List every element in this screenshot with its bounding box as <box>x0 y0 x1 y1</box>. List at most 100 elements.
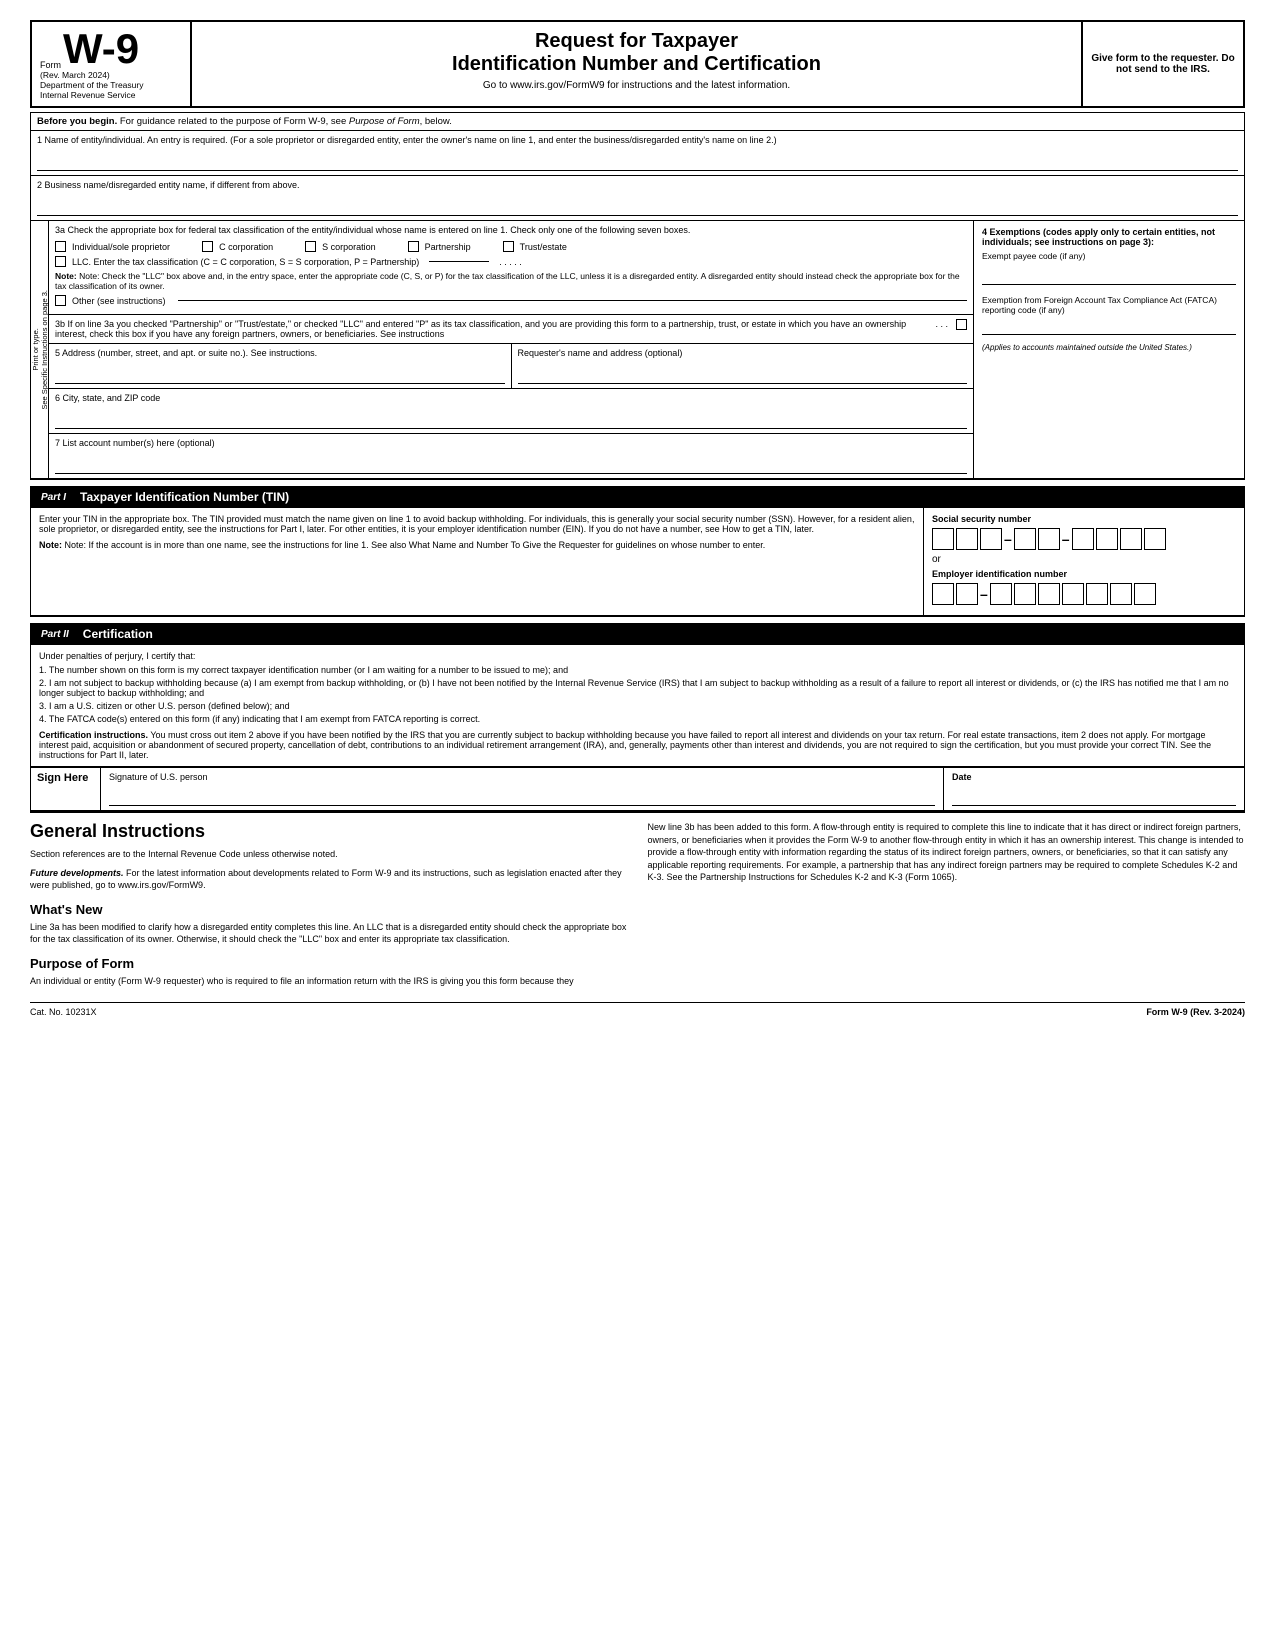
form-label: Form <box>40 60 61 70</box>
line5-field: 5 Address (number, street, and apt. or s… <box>49 344 512 388</box>
signature-input[interactable] <box>109 786 935 806</box>
line5-label: 5 Address (number, street, and apt. or s… <box>55 348 505 358</box>
fatca-input[interactable] <box>982 319 1236 335</box>
purpose-text: An individual or entity (Form W-9 reques… <box>30 975 628 988</box>
ein-box8[interactable] <box>1110 583 1132 605</box>
ssn-dash2: – <box>1062 531 1070 547</box>
exempt-payee-input[interactable] <box>982 269 1236 285</box>
ssn-box3[interactable] <box>980 528 1002 550</box>
line2-input[interactable] <box>37 198 1238 216</box>
cb-partnership[interactable] <box>408 241 419 252</box>
line3a-row: 3a Check the appropriate box for federal… <box>49 221 973 315</box>
certification-body: Under penalties of perjury, I certify th… <box>31 645 1244 767</box>
sign-section: Sign Here Signature of U.S. person Date <box>31 767 1244 812</box>
other-label: Other (see instructions) <box>72 296 166 306</box>
cb-other[interactable] <box>55 295 66 306</box>
part2-header: Part II Certification <box>31 624 1244 645</box>
line5-right-field: Requester's name and address (optional) <box>512 344 974 388</box>
ein-label: Employer identification number <box>932 569 1236 579</box>
ein-box4[interactable] <box>1014 583 1036 605</box>
date-input[interactable] <box>952 786 1236 806</box>
line5-right-input[interactable] <box>518 366 968 384</box>
cert-item1: 1. The number shown on this form is my c… <box>39 665 1236 675</box>
sign-content: Signature of U.S. person <box>101 768 944 810</box>
line5-input[interactable] <box>55 366 505 384</box>
line7-row: 7 List account number(s) here (optional) <box>49 434 973 478</box>
exempt-payee-label: Exempt payee code (if any) <box>982 251 1236 261</box>
sign-label-box: Sign Here <box>31 768 101 810</box>
ssn-box6[interactable] <box>1072 528 1094 550</box>
cb-individual[interactable] <box>55 241 66 252</box>
part1-header: Part I Taxpayer Identification Number (T… <box>31 487 1244 508</box>
line1-row: 1 Name of entity/individual. An entry is… <box>31 131 1244 176</box>
purpose-heading: Purpose of Form <box>30 956 628 971</box>
ein-box2[interactable] <box>956 583 978 605</box>
part2-section: Part II Certification Under penalties of… <box>30 623 1245 813</box>
note-llc: Note: Note: Check the "LLC" box above an… <box>55 271 967 291</box>
side-label: Print or type.See Specific Instructions … <box>31 221 49 478</box>
ssn-boxes: – – <box>932 528 1236 550</box>
sign-here-label: Sign Here <box>37 772 94 784</box>
fatca-label: Exemption from Foreign Account Tax Compl… <box>982 295 1236 315</box>
tin-section: Enter your TIN in the appropriate box. T… <box>31 508 1244 616</box>
ssn-box9[interactable] <box>1144 528 1166 550</box>
or-text: or <box>932 554 1236 565</box>
cb-ccorp[interactable] <box>202 241 213 252</box>
part2-title: Certification <box>83 627 153 641</box>
ssn-box2[interactable] <box>956 528 978 550</box>
line5-right-label: Requester's name and address (optional) <box>518 348 968 358</box>
line7-input[interactable] <box>55 456 967 474</box>
cb-llc[interactable] <box>55 256 66 267</box>
header-left: Form W-9 (Rev. March 2024) Department of… <box>32 22 192 106</box>
header-center: Request for Taxpayer Identification Numb… <box>192 22 1083 106</box>
whats-new-text: Line 3a has been modified to clarify how… <box>30 921 628 946</box>
cb-3b[interactable] <box>956 319 967 330</box>
ssn-box5[interactable] <box>1038 528 1060 550</box>
cert-item2: 2. I am not subject to backup withholdin… <box>39 678 1236 698</box>
future-bold: Future developments. <box>30 868 124 878</box>
part1-label: Part I <box>37 492 70 503</box>
cb-scorp[interactable] <box>305 241 316 252</box>
ssn-box7[interactable] <box>1096 528 1118 550</box>
cb-trust[interactable] <box>503 241 514 252</box>
signature-label: Signature of U.S. person <box>109 772 935 782</box>
cert-instructions-text: You must cross out item 2 above if you h… <box>39 730 1211 760</box>
line2-label: 2 Business name/disregarded entity name,… <box>37 180 1238 190</box>
other-row: Other (see instructions) <box>55 295 967 306</box>
ein-box9[interactable] <box>1134 583 1156 605</box>
ein-boxes: – <box>932 583 1236 605</box>
cert-item3: 3. I am a U.S. citizen or other U.S. per… <box>39 701 1236 711</box>
ein-box5[interactable] <box>1038 583 1060 605</box>
line1-field: 1 Name of entity/individual. An entry is… <box>31 131 1244 175</box>
form-number: W-9 <box>63 28 139 70</box>
gen-left: General Instructions Section references … <box>30 821 628 994</box>
ein-box6[interactable] <box>1062 583 1084 605</box>
cb4-label: Partnership <box>425 242 471 252</box>
tin-body: Enter your TIN in the appropriate box. T… <box>39 514 915 534</box>
line5-row: 5 Address (number, street, and apt. or s… <box>49 344 973 389</box>
gen-heading: General Instructions <box>30 821 628 842</box>
line1-input[interactable] <box>37 153 1238 171</box>
ssn-box8[interactable] <box>1120 528 1142 550</box>
main-left: 3a Check the appropriate box for federal… <box>49 221 974 478</box>
date-field: Date <box>944 768 1244 810</box>
line6-input[interactable] <box>55 411 967 429</box>
line3a-label: 3a Check the appropriate box for federal… <box>55 225 967 235</box>
ein-dash: – <box>980 586 988 602</box>
tin-note: Note: Note: If the account is in more th… <box>39 540 915 550</box>
ssn-box1[interactable] <box>932 528 954 550</box>
ein-box1[interactable] <box>932 583 954 605</box>
part1-title: Taxpayer Identification Number (TIN) <box>80 490 289 504</box>
line2-row: 2 Business name/disregarded entity name,… <box>31 176 1244 221</box>
cat-no: Cat. No. 10231X <box>30 1007 97 1017</box>
ssn-box4[interactable] <box>1014 528 1036 550</box>
title2: Identification Number and Certification <box>202 53 1071 76</box>
ein-box3[interactable] <box>990 583 1012 605</box>
exemptions-title: 4 Exemptions (codes apply only to certai… <box>982 227 1236 247</box>
irs: Internal Revenue Service <box>40 90 182 100</box>
header-right: Give form to the requester. Do not send … <box>1083 22 1243 106</box>
cb1-label: Individual/sole proprietor <box>72 242 170 252</box>
line2-field: 2 Business name/disregarded entity name,… <box>31 176 1244 220</box>
ein-box7[interactable] <box>1086 583 1108 605</box>
ssn-dash1: – <box>1004 531 1012 547</box>
